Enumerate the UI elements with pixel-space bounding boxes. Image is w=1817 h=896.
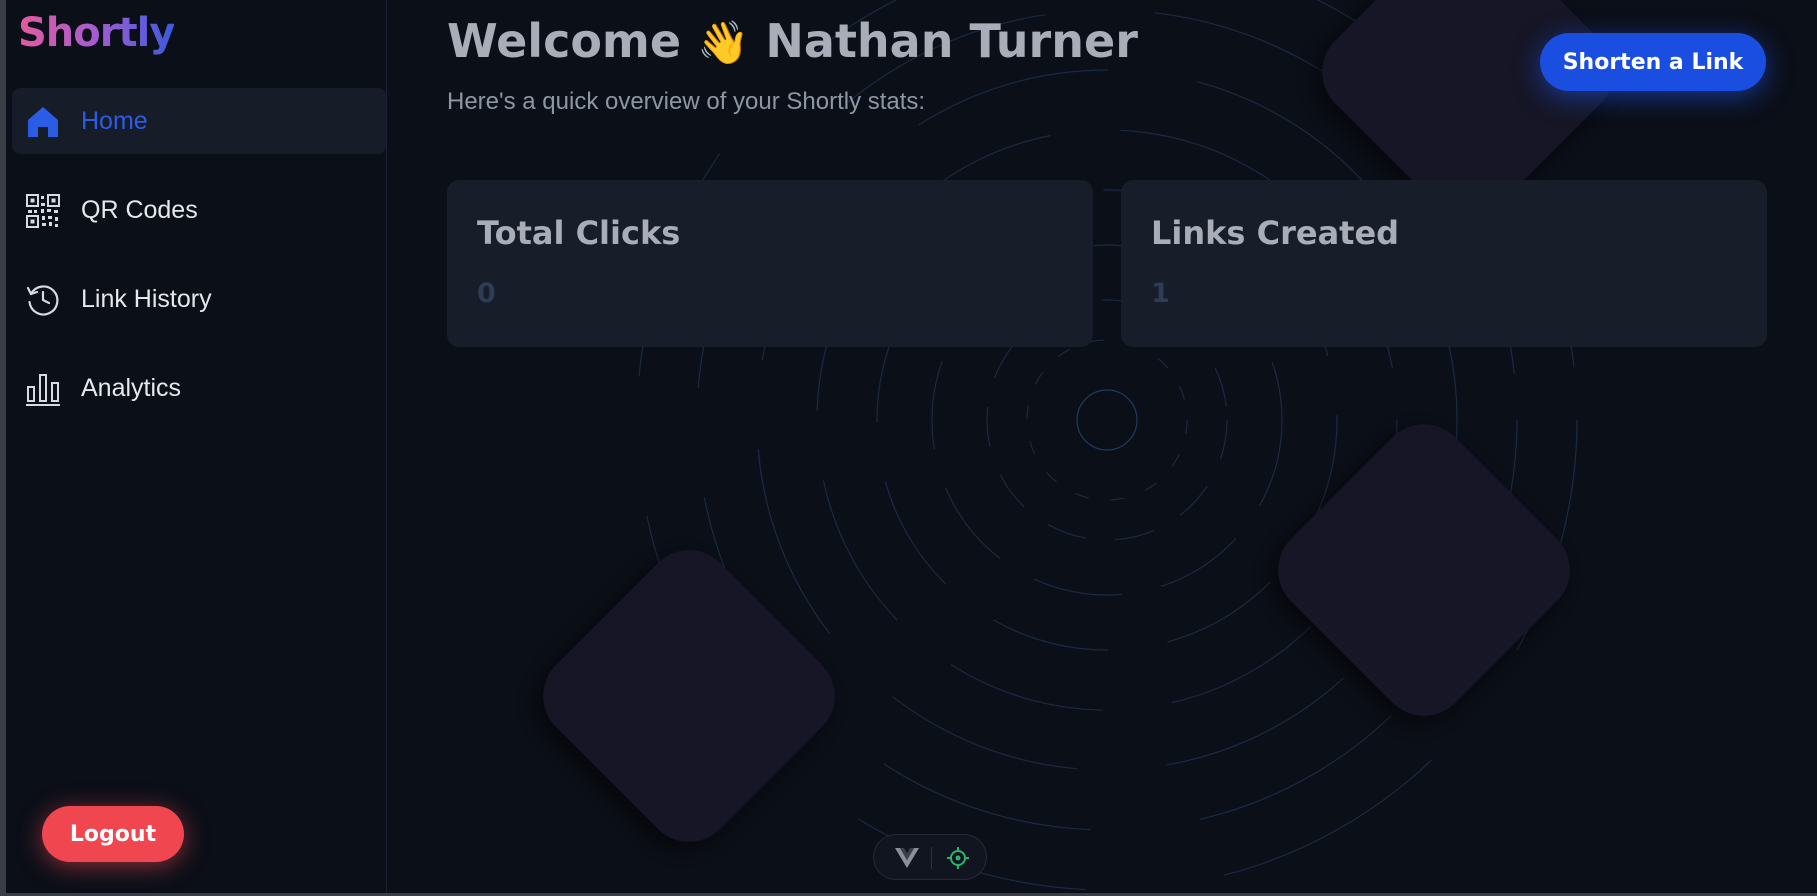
- sidebar-item-label: QR Codes: [81, 195, 198, 224]
- user-name: Nathan Turner: [765, 14, 1138, 68]
- stat-title: Links Created: [1151, 214, 1400, 252]
- devtools-toolbar: [873, 834, 987, 880]
- sidebar: Shortly Home QR Codes Link History Analy…: [12, 0, 387, 893]
- sidebar-item-analytics[interactable]: Analytics: [12, 355, 386, 421]
- welcome-text: Welcome: [447, 14, 682, 68]
- stat-value: 1: [1151, 278, 1170, 309]
- sidebar-item-qr-codes[interactable]: QR Codes: [12, 177, 386, 243]
- logout-button[interactable]: Logout: [42, 806, 184, 862]
- background-decoration: [543, 0, 1614, 891]
- stat-card-total-clicks: Total Clicks 0: [447, 180, 1093, 347]
- history-icon: [25, 282, 61, 318]
- bar-chart-icon: [25, 371, 61, 407]
- stat-value: 0: [477, 278, 496, 309]
- toolbar-divider: [931, 847, 932, 869]
- sidebar-item-label: Home: [81, 106, 148, 135]
- app-logo[interactable]: Shortly: [18, 10, 175, 56]
- home-icon: [25, 104, 61, 140]
- wave-emoji: 👋: [697, 18, 750, 67]
- stat-title: Total Clicks: [477, 214, 681, 252]
- stat-card-links-created: Links Created 1: [1121, 180, 1767, 347]
- inspect-target-icon[interactable]: [946, 846, 970, 870]
- sidebar-item-home[interactable]: Home: [12, 88, 386, 154]
- page-title: Welcome 👋 Nathan Turner: [447, 14, 1138, 68]
- sidebar-item-label: Link History: [81, 284, 212, 313]
- vue-logo-icon[interactable]: [894, 847, 920, 869]
- page-subtitle: Here's a quick overview of your Shortly …: [447, 88, 926, 115]
- sidebar-nav: Home QR Codes Link History Analytics: [12, 88, 387, 444]
- sidebar-item-link-history[interactable]: Link History: [12, 266, 386, 332]
- shorten-link-button[interactable]: Shorten a Link: [1540, 33, 1766, 91]
- main-content: Welcome 👋 Nathan Turner Here's a quick o…: [388, 0, 1817, 893]
- app-window: Shortly Home QR Codes Link History Analy…: [0, 0, 1817, 896]
- qr-code-icon: [25, 193, 61, 229]
- sidebar-item-label: Analytics: [81, 373, 182, 402]
